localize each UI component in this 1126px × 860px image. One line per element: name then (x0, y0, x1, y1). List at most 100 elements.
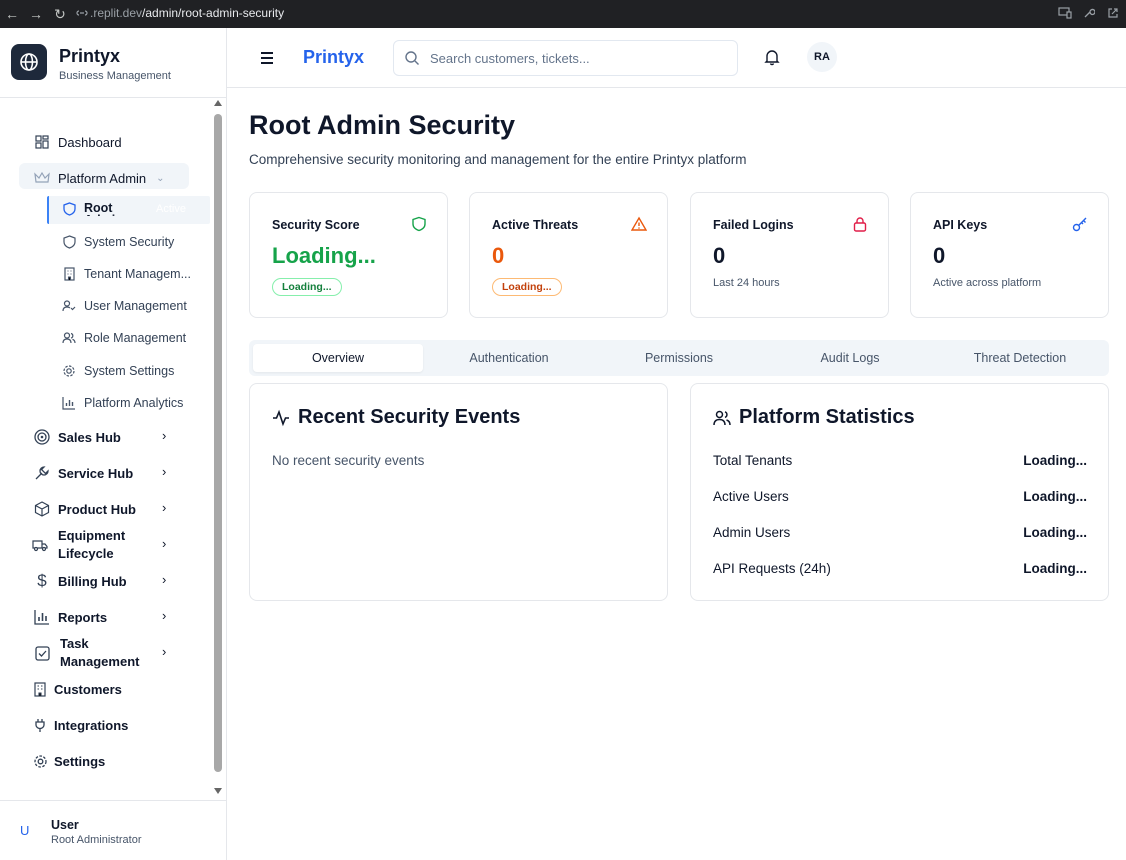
chevron-right-icon[interactable]: › (162, 536, 166, 551)
scroll-down-arrow[interactable] (214, 788, 222, 794)
sidebar-scrollbar[interactable] (212, 100, 224, 800)
header-brand[interactable]: Printyx (303, 47, 364, 68)
sidebar-item-settings[interactable]: Settings (32, 753, 105, 769)
search-icon (405, 51, 419, 65)
search-input[interactable] (430, 50, 730, 66)
chevron-right-icon[interactable]: › (162, 644, 166, 659)
top-header: Printyx RA (227, 28, 1126, 88)
sidebar-item-product-hub[interactable]: Product Hub (34, 501, 136, 517)
panel-title: Recent Security Events (272, 406, 520, 429)
forward-icon[interactable]: → (24, 2, 48, 26)
status-badge: Loading... (492, 278, 562, 296)
sidebar-item-equipment-lifecycle[interactable]: Equipment Lifecycle (32, 527, 138, 563)
address-bar[interactable]: .replit.dev/admin/root-admin-security (76, 2, 1056, 24)
tab-overview[interactable]: Overview (253, 344, 423, 372)
sidebar-item-service-hub[interactable]: Service Hub (34, 465, 133, 481)
brand-name: Printyx (59, 46, 121, 66)
sidebar-item-integrations[interactable]: Integrations (32, 717, 128, 733)
bar-chart-icon (62, 396, 76, 410)
lock-icon (853, 217, 867, 232)
sidebar-item-billing-hub[interactable]: $ Billing Hub (34, 571, 127, 590)
sidebar-subitem-role-management[interactable]: Role Management (62, 331, 186, 345)
tab-audit-logs[interactable]: Audit Logs (765, 344, 935, 372)
sidebar-subitem-label: Root Admin (84, 202, 123, 216)
sidebar-subitem-platform-analytics[interactable]: Platform Analytics (62, 396, 183, 410)
card-value: 0 (713, 243, 726, 268)
failed-logins-card: Failed Logins 0 Last 24 hours (690, 192, 889, 318)
sidebar-item-reports[interactable]: Reports (34, 609, 107, 625)
shield-icon (412, 216, 426, 232)
devices-icon[interactable] (1056, 4, 1074, 22)
sidebar-group-platform-admin[interactable]: Platform Admin ⌄ (34, 170, 165, 186)
stat-value: Loading... (1023, 525, 1087, 540)
sidebar-item-customers[interactable]: Customers (32, 681, 122, 697)
sidebar-item-label: Dashboard (58, 134, 122, 150)
sidebar-subitem-user-management[interactable]: User Management (62, 299, 187, 313)
menu-icon[interactable] (261, 48, 277, 68)
url-host: .replit.dev (90, 6, 143, 20)
chevron-right-icon[interactable]: › (162, 500, 166, 515)
platform-statistics-panel: Platform Statistics Total Tenants Loadin… (690, 383, 1109, 601)
sidebar-subitem-system-settings[interactable]: System Settings (62, 364, 174, 378)
tab-authentication[interactable]: Authentication (424, 344, 594, 372)
card-value: Loading... (272, 243, 376, 268)
avatar[interactable]: RA (807, 42, 837, 72)
tab-permissions[interactable]: Permissions (594, 344, 764, 372)
globe-logo-icon[interactable] (11, 44, 47, 80)
chevron-right-icon[interactable]: › (162, 572, 166, 587)
activity-icon (273, 409, 289, 426)
sidebar: Printyx Business Management Dashboard Pl… (0, 28, 227, 860)
sidebar-item-sales-hub[interactable]: Sales Hub (34, 429, 121, 445)
card-title: Active Threats (492, 218, 579, 232)
back-icon[interactable]: ← (0, 2, 24, 26)
sidebar-item-label: Equipment Lifecycle (58, 528, 126, 561)
reload-icon[interactable]: ↻ (48, 2, 72, 26)
bar-chart-icon (34, 609, 50, 625)
sidebar-item-label: Product Hub (58, 501, 136, 517)
scroll-up-arrow[interactable] (214, 100, 222, 106)
api-keys-card: API Keys 0 Active across platform (910, 192, 1109, 318)
shield-icon (62, 235, 76, 249)
chevron-right-icon[interactable]: › (162, 428, 166, 443)
sidebar-brand: Printyx Business Management (0, 28, 226, 98)
open-external-icon[interactable] (1104, 4, 1122, 22)
sidebar-item-label: Billing Hub (58, 573, 127, 589)
sidebar-user[interactable]: U User Root Administrator (0, 800, 226, 860)
site-info-icon[interactable] (76, 7, 88, 19)
stat-label: API Requests (24h) (713, 561, 831, 576)
building-icon (62, 267, 76, 281)
sidebar-subitem-system-security[interactable]: System Security (62, 235, 174, 249)
sidebar-subitem-root-admin-content[interactable]: Root Admin Active (62, 202, 186, 216)
security-tabs: Overview Authentication Permissions Audi… (249, 340, 1109, 376)
chevron-up-icon: ⌄ (156, 172, 165, 184)
sidebar-subitem-label: System Security (84, 235, 175, 249)
scroll-thumb[interactable] (214, 114, 222, 772)
brand-subtitle: Business Management (59, 70, 171, 82)
sidebar-item-task-management[interactable]: Task Management (34, 635, 140, 671)
user-check-icon (62, 299, 76, 313)
chevron-right-icon[interactable]: › (162, 464, 166, 479)
dashboard-icon (34, 134, 50, 150)
sidebar-subitem-label: Tenant Managem... (84, 267, 192, 281)
key-icon (1072, 217, 1087, 232)
stat-label: Active Users (713, 489, 789, 504)
gear-icon (62, 364, 76, 378)
tab-threat-detection[interactable]: Threat Detection (935, 344, 1105, 372)
wrench-icon[interactable] (1080, 4, 1098, 22)
sidebar-subitem-label: System Settings (84, 364, 175, 378)
chevron-right-icon[interactable]: › (162, 608, 166, 623)
sidebar-item-label: Settings (54, 753, 106, 769)
avatar[interactable]: U (20, 823, 29, 838)
sidebar-subitem-tenant-management[interactable]: Tenant Managem... (62, 267, 191, 281)
page-title: Root Admin Security (249, 110, 516, 140)
active-badge: Active (156, 203, 186, 215)
sidebar-item-label: Sales Hub (58, 429, 121, 445)
sidebar-item-dashboard[interactable]: Dashboard (34, 134, 122, 150)
bell-icon[interactable] (763, 48, 781, 66)
truck-icon (32, 537, 48, 553)
status-badge: Loading... (272, 278, 342, 296)
empty-state: No recent security events (272, 453, 425, 468)
card-value: 0 (933, 243, 946, 268)
stat-value: Loading... (1023, 489, 1087, 504)
search-box[interactable] (393, 40, 738, 76)
